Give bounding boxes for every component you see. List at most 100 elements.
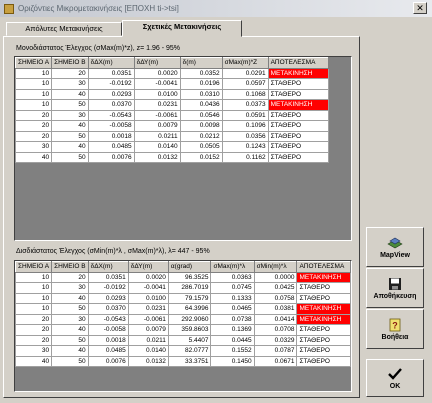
column-header[interactable]: σMax(m)*Z <box>221 57 269 69</box>
window-title: Οριζόντιες Μικρομετακινήσεις [ΕΠΟΧΗ ti->… <box>18 4 179 13</box>
table-row[interactable]: 10 20 0.0351 0.0020 96.3525 0.0363 0.0000 ΜΕΤΑΚ… <box>15 271 351 283</box>
result-cell: ΣΤΑΘΕΡΟ <box>267 109 329 121</box>
column-header[interactable]: ΑΠΟΤΕΛΕΣΜΑ <box>296 261 351 273</box>
table-row[interactable]: 20 50 0.0018 0.0211 5.4407 0.0445 0.0329 ΣΤΑΘΕΡ… <box>15 334 351 346</box>
table-cell: -0.0543 <box>87 109 135 121</box>
column-header[interactable]: ΣΗΜΕΙΟ Α <box>15 261 53 273</box>
table-row[interactable]: 40 50 0.0076 0.0132 0.0152 0.1162 ΣΤΑΘΕΡΟ <box>15 151 329 163</box>
table-row[interactable]: 20 40 -0.0058 0.0079 359.8603 0.1369 0.0708 ΣΤΑ… <box>15 324 351 336</box>
tab-absolute-movements[interactable]: Απόλυτες Μετακινήσεις <box>6 22 122 36</box>
ok-button[interactable]: OK <box>366 359 424 397</box>
table-cell: 0.0591 <box>221 109 269 121</box>
column-header[interactable]: ΑΠΟΤΕΛΕΣΜΑ <box>267 57 329 69</box>
table-cell: 0.0351 <box>87 271 129 283</box>
result-cell: ΜΕΤΑΚΙΝΗΣΗ <box>267 99 329 111</box>
table-row[interactable]: 20 40 -0.0058 0.0079 0.0098 0.1096 ΣΤΑΘΕΡΟ <box>15 120 329 132</box>
table-cell: 359.8603 <box>167 324 212 336</box>
table-cell: 292.9060 <box>167 313 212 325</box>
column-header[interactable]: σMax(m)*λ <box>210 261 255 273</box>
table-cell: -0.0061 <box>127 313 169 325</box>
table-cell: 0.0231 <box>133 99 181 111</box>
help-button[interactable]: ? Βοήθεια <box>366 309 424 349</box>
table-cell: 20 <box>51 67 89 79</box>
table2: ΣΗΜΕΙΟ Α ΣΗΜΕΙΟ ΒδΔΧ(m) δΔΥ(m) α(grad) σMax(… <box>15 261 351 367</box>
table-cell: 30 <box>15 345 53 357</box>
column-header[interactable]: ΣΗΜΕΙΟ Β <box>51 261 89 273</box>
table-cell: -0.0543 <box>87 313 129 325</box>
table-cell: 30 <box>51 78 89 90</box>
table-row[interactable]: 20 30 -0.0543 -0.0061 292.9060 0.0738 0.0414 ΜΕ… <box>15 313 351 325</box>
table-row[interactable]: 20 30 -0.0543 -0.0061 0.0546 0.0591 ΣΤΑΘΕΡΟ <box>15 109 329 121</box>
table-cell: 50 <box>51 130 89 142</box>
save-button[interactable]: Αποθήκευση <box>366 268 424 308</box>
table-cell: 0.0436 <box>179 99 223 111</box>
column-header[interactable]: ΣΗΜΕΙΟ Β <box>51 57 89 69</box>
table-cell: 0.0079 <box>133 120 181 132</box>
close-button[interactable]: ✕ <box>413 2 427 14</box>
mapview-label: MapView <box>380 251 410 259</box>
table-cell: 40 <box>51 292 89 304</box>
result-cell: ΣΤΑΘΕΡΟ <box>296 324 351 336</box>
table2-grid[interactable]: ΣΗΜΕΙΟ Α ΣΗΜΕΙΟ ΒδΔΧ(m) δΔΥ(m) α(grad) σMax(… <box>14 260 352 392</box>
table-cell: 0.0132 <box>133 151 181 163</box>
table-row[interactable]: 10 40 0.0293 0.0100 0.0310 0.1068 ΣΤΑΘΕΡΟ <box>15 88 329 100</box>
table-row[interactable]: 30 40 0.0485 0.0140 82.0777 0.1552 0.0787 ΣΤΑΘΕ… <box>15 345 351 357</box>
result-cell: ΣΤΑΘΕΡΟ <box>267 130 329 142</box>
column-header[interactable]: ΣΗΜΕΙΟ Α <box>15 57 53 69</box>
result-cell: ΣΤΑΘΕΡΟ <box>296 292 351 304</box>
table-cell: 0.0425 <box>253 282 298 294</box>
column-header[interactable]: δ(m) <box>179 57 223 69</box>
column-header[interactable]: δΔΥ(m) <box>127 261 169 273</box>
help-label: Βοήθεια <box>381 333 409 341</box>
help-icon: ? <box>389 318 401 331</box>
column-header[interactable]: δΔΥ(m) <box>133 57 181 69</box>
table-cell: 286.7019 <box>167 282 212 294</box>
table-cell: 0.0445 <box>210 334 255 346</box>
table-cell: 0.0211 <box>127 334 169 346</box>
result-cell: ΜΕΤΑΚΙΝΗΣΗ <box>296 303 351 315</box>
table-cell: 40 <box>51 141 89 153</box>
table-row[interactable]: 10 50 0.0370 0.0231 0.0436 0.0373 ΜΕΤΑΚΙΝΗΣΗ <box>15 99 329 111</box>
table-cell: -0.0192 <box>87 78 135 90</box>
table-cell: 5.4407 <box>167 334 212 346</box>
table-cell: 0.1068 <box>221 88 269 100</box>
column-header[interactable]: δΔΧ(m) <box>87 57 135 69</box>
table-cell: 10 <box>15 67 53 79</box>
table-cell: 0.0020 <box>133 67 181 79</box>
table-cell: 0.0140 <box>127 345 169 357</box>
table-row[interactable]: 10 30 -0.0192 -0.0041 286.7019 0.0745 0.0425 ΣΤ… <box>15 282 351 294</box>
mapview-button[interactable]: MapView <box>366 227 424 267</box>
table-cell: 30 <box>51 313 89 325</box>
result-cell: ΣΤΑΘΕΡΟ <box>267 151 329 163</box>
result-cell: ΣΤΑΘΕΡΟ <box>267 141 329 153</box>
table-cell: 0.0373 <box>221 99 269 111</box>
tab-relative-movements[interactable]: Σχετικές Μετακινήσεις <box>122 20 242 37</box>
table1-grid[interactable]: ΣΗΜΕΙΟ Α ΣΗΜΕΙΟ ΒδΔΧ(m) δΔΥ(m) δ(m) σMax(m)*… <box>14 56 352 241</box>
table-cell: 0.0352 <box>179 67 223 79</box>
table-cell: 10 <box>15 271 53 283</box>
table-cell: 20 <box>51 271 89 283</box>
table-row[interactable]: 40 50 0.0076 0.0132 33.3751 0.1450 0.0671 ΣΤΑΘΕ… <box>15 355 351 367</box>
table-cell: 0.0485 <box>87 141 135 153</box>
table-cell: 0.0671 <box>253 355 298 367</box>
column-header[interactable]: δΔΧ(m) <box>87 261 129 273</box>
column-header[interactable]: α(grad) <box>167 261 212 273</box>
table-row[interactable]: 10 40 0.0293 0.0100 79.1579 0.1333 0.0758 ΣΤΑΘΕ… <box>15 292 351 304</box>
table-row[interactable]: 20 50 0.0018 0.0211 0.0212 0.0356 ΣΤΑΘΕΡΟ <box>15 130 329 142</box>
result-cell: ΣΤΑΘΕΡΟ <box>267 78 329 90</box>
table-cell: 0.1333 <box>210 292 255 304</box>
table-cell: 0.0020 <box>127 271 169 283</box>
table-cell: 40 <box>51 88 89 100</box>
table-cell: -0.0058 <box>87 324 129 336</box>
table-row[interactable]: 10 50 0.0370 0.0231 64.3996 0.0465 0.0381 ΜΕΤΑΚ… <box>15 303 351 315</box>
table-cell: 50 <box>51 334 89 346</box>
column-header[interactable]: σMin(m)*λ <box>253 261 298 273</box>
table-cell: 0.1369 <box>210 324 255 336</box>
table1-caption: Μονοδιάστατος Έλεγχος (σMax(m)*z), z= 1.… <box>16 45 181 52</box>
table-cell: 0.0370 <box>87 303 129 315</box>
floppy-disk-icon <box>389 277 401 290</box>
result-cell: ΣΤΑΘΕΡΟ <box>296 282 351 294</box>
table-row[interactable]: 30 40 0.0485 0.0140 0.0505 0.1243 ΣΤΑΘΕΡΟ <box>15 141 329 153</box>
table-row[interactable]: 10 30 -0.0192 -0.0041 0.0196 0.0597 ΣΤΑΘΕΡΟ <box>15 78 329 90</box>
table-row[interactable]: 10 20 0.0351 0.0020 0.0352 0.0291 ΜΕΤΑΚΙΝΗΣΗ <box>15 67 329 79</box>
